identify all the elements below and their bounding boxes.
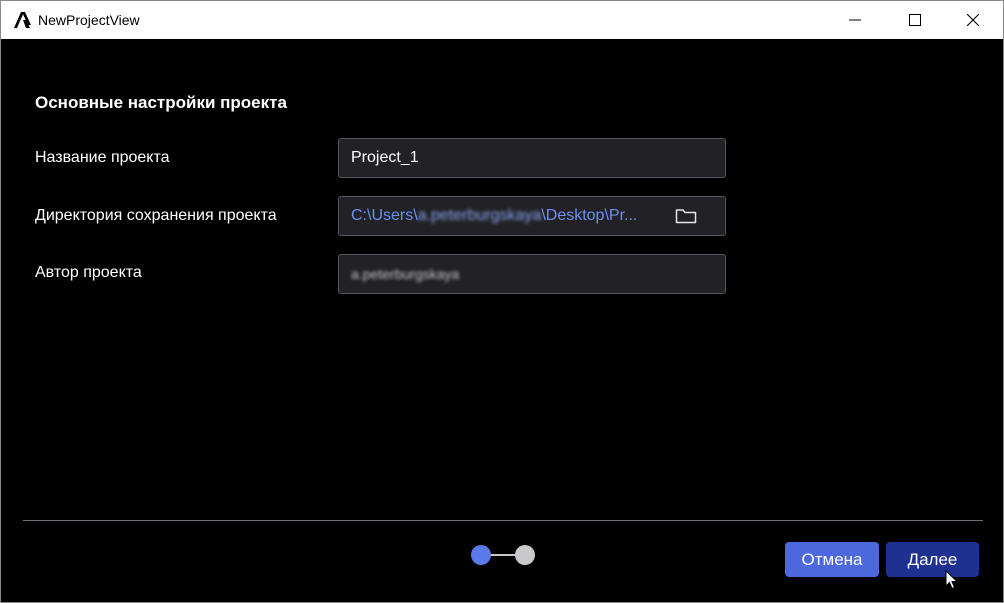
app-logo-icon: [14, 12, 31, 28]
folder-icon[interactable]: [675, 207, 697, 225]
step-2-dot: [515, 545, 535, 565]
project-directory-label: Директория сохранения проекта: [35, 207, 277, 224]
maximize-button[interactable]: [892, 1, 938, 39]
project-directory-input[interactable]: C:\Users\ a.peterburgskaya \Desktop\Pr...: [338, 196, 726, 236]
minimize-icon: [849, 19, 861, 21]
step-indicator: [471, 544, 537, 566]
title-bar[interactable]: NewProjectView: [1, 1, 1003, 39]
directory-prefix: C:\Users\: [351, 207, 418, 224]
close-button[interactable]: [950, 1, 996, 39]
step-connector: [489, 554, 517, 556]
step-1-dot-active: [471, 545, 491, 565]
project-name-label: Название проекта: [35, 149, 170, 166]
new-project-window: NewProjectView Основные настройки проект…: [0, 0, 1004, 603]
directory-redacted-username: a.peterburgskaya: [417, 207, 542, 224]
main-content: Основные настройки проекта Название прое…: [1, 39, 1003, 602]
project-author-value: a.peterburgskaya: [351, 266, 460, 282]
window-title: NewProjectView: [38, 12, 140, 28]
minimize-button[interactable]: [832, 1, 878, 39]
mouse-cursor-icon: [945, 570, 959, 590]
cancel-button[interactable]: Отмена: [785, 542, 879, 577]
project-author-input[interactable]: a.peterburgskaya: [338, 254, 726, 294]
directory-suffix: \Desktop\Pr...: [541, 207, 638, 224]
footer-divider: [23, 520, 983, 521]
maximize-icon: [909, 14, 921, 26]
next-button[interactable]: Далее: [886, 542, 979, 577]
project-name-value: Project_1: [351, 149, 419, 166]
project-name-input[interactable]: Project_1: [338, 138, 726, 178]
section-title: Основные настройки проекта: [35, 93, 287, 112]
close-icon: [967, 14, 979, 26]
project-author-label: Автор проекта: [35, 264, 142, 281]
